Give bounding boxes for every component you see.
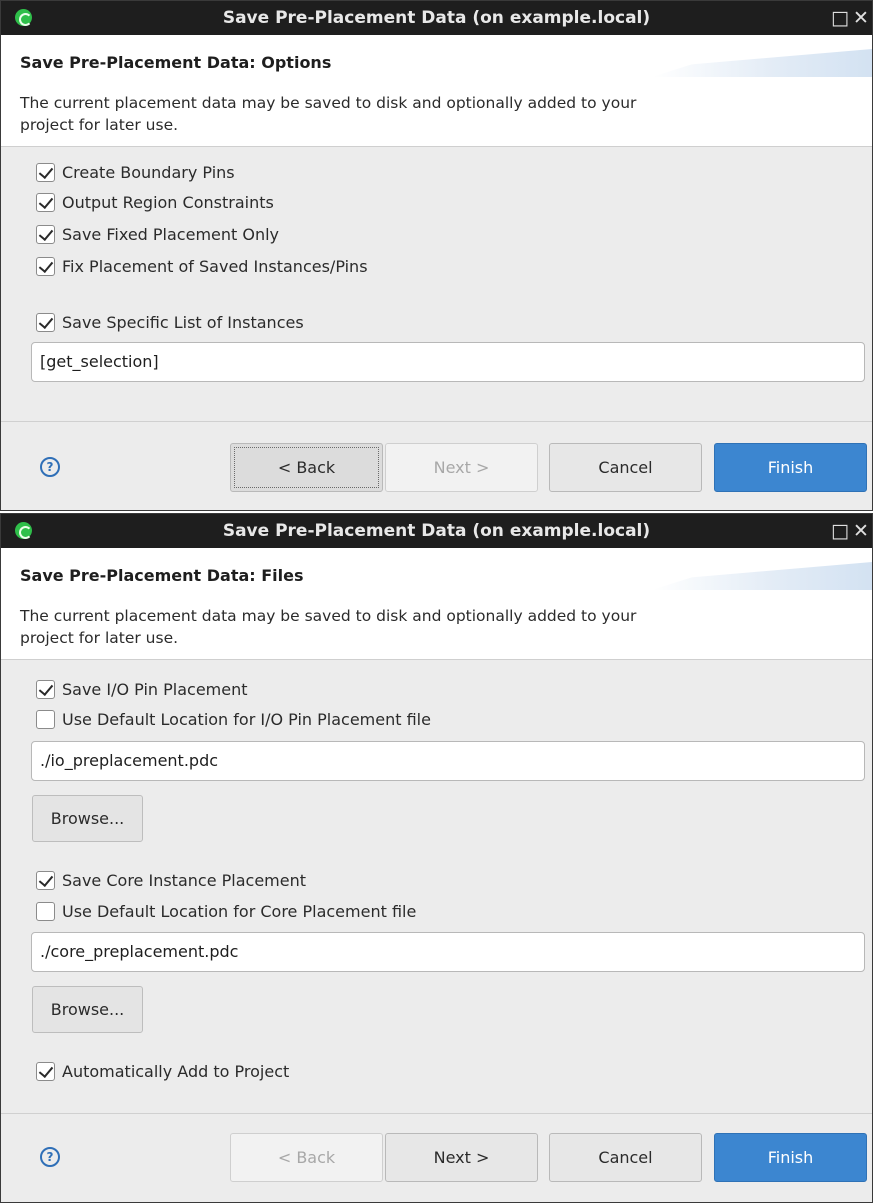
checkbox-checked-icon[interactable] [36, 679, 55, 699]
checkbox-label: Automatically Add to Project [62, 1061, 290, 1081]
page-description: The current placement data may be saved … [20, 607, 637, 647]
checkbox-checked-icon[interactable] [36, 256, 55, 276]
page-title: Save Pre-Placement Data: Options [20, 53, 332, 72]
wizard-header: Save Pre-Placement Data: Files The curre… [1, 548, 872, 660]
files-dialog: Save Pre-Placement Data (on example.loca… [0, 513, 873, 1203]
footer-divider [1, 1113, 872, 1114]
checkbox-label: Use Default Location for I/O Pin Placeme… [62, 709, 431, 729]
footer-divider [1, 421, 872, 422]
close-icon[interactable]: ✕ [853, 519, 869, 543]
finish-button[interactable]: Finish [714, 1133, 867, 1182]
help-icon[interactable]: ? [40, 457, 60, 477]
checkbox-checked-icon[interactable] [36, 312, 55, 332]
checkbox-checked-icon[interactable] [36, 224, 55, 244]
core-browse-button[interactable]: Browse... [32, 986, 143, 1033]
output-region-constraints-checkbox[interactable]: Output Region Constraints [36, 190, 274, 214]
use-default-core-location-checkbox[interactable]: Use Default Location for Core Placement … [36, 899, 416, 923]
checkbox-checked-icon[interactable] [36, 1061, 55, 1081]
checkbox-checked-icon[interactable] [36, 192, 55, 212]
maximize-icon[interactable]: □ [831, 519, 849, 543]
back-button[interactable]: < Back [230, 443, 383, 492]
checkbox-label: Save I/O Pin Placement [62, 679, 248, 699]
finish-button[interactable]: Finish [714, 443, 867, 492]
checkbox-label: Save Core Instance Placement [62, 870, 306, 890]
checkbox-checked-icon[interactable] [36, 162, 55, 182]
app-logo-icon [15, 9, 32, 26]
create-boundary-pins-checkbox[interactable]: Create Boundary Pins [36, 160, 235, 184]
back-button[interactable]: < Back [230, 1133, 383, 1182]
help-icon[interactable]: ? [40, 1147, 60, 1167]
title-bar[interactable]: Save Pre-Placement Data (on example.loca… [1, 1, 872, 35]
header-banner-graphic [652, 562, 872, 590]
title-bar[interactable]: Save Pre-Placement Data (on example.loca… [1, 514, 872, 548]
use-default-io-location-checkbox[interactable]: Use Default Location for I/O Pin Placeme… [36, 707, 431, 731]
io-file-path-input[interactable]: ./io_preplacement.pdc [31, 741, 865, 781]
next-button[interactable]: Next > [385, 1133, 538, 1182]
checkbox-unchecked-icon[interactable] [36, 709, 55, 729]
cancel-button[interactable]: Cancel [549, 443, 702, 492]
maximize-icon[interactable]: □ [831, 6, 849, 30]
page-title: Save Pre-Placement Data: Files [20, 566, 304, 585]
io-browse-button[interactable]: Browse... [32, 795, 143, 842]
app-logo-icon [15, 522, 32, 539]
checkbox-checked-icon[interactable] [36, 870, 55, 890]
checkbox-label: Save Specific List of Instances [62, 312, 304, 332]
cancel-button[interactable]: Cancel [549, 1133, 702, 1182]
checkbox-unchecked-icon[interactable] [36, 901, 55, 921]
options-dialog: Save Pre-Placement Data (on example.loca… [0, 0, 873, 511]
page-description: The current placement data may be saved … [20, 94, 637, 134]
header-banner-graphic [652, 49, 872, 77]
checkbox-label: Output Region Constraints [62, 192, 274, 212]
instances-list-input[interactable]: [get_selection] [31, 342, 865, 382]
window-title: Save Pre-Placement Data (on example.loca… [222, 521, 651, 541]
core-file-path-input[interactable]: ./core_preplacement.pdc [31, 932, 865, 972]
checkbox-label: Save Fixed Placement Only [62, 224, 280, 244]
window-title: Save Pre-Placement Data (on example.loca… [222, 8, 651, 28]
wizard-header: Save Pre-Placement Data: Options The cur… [1, 35, 872, 147]
save-core-instance-placement-checkbox[interactable]: Save Core Instance Placement [36, 868, 306, 892]
close-icon[interactable]: ✕ [853, 6, 869, 30]
fix-placement-saved-checkbox[interactable]: Fix Placement of Saved Instances/Pins [36, 254, 368, 278]
checkbox-label: Use Default Location for Core Placement … [62, 901, 417, 921]
save-fixed-placement-only-checkbox[interactable]: Save Fixed Placement Only [36, 222, 279, 246]
save-specific-list-checkbox[interactable]: Save Specific List of Instances [36, 310, 304, 334]
next-button[interactable]: Next > [385, 443, 538, 492]
auto-add-to-project-checkbox[interactable]: Automatically Add to Project [36, 1059, 289, 1083]
checkbox-label: Fix Placement of Saved Instances/Pins [62, 256, 368, 276]
save-io-pin-placement-checkbox[interactable]: Save I/O Pin Placement [36, 677, 248, 701]
checkbox-label: Create Boundary Pins [62, 162, 235, 182]
